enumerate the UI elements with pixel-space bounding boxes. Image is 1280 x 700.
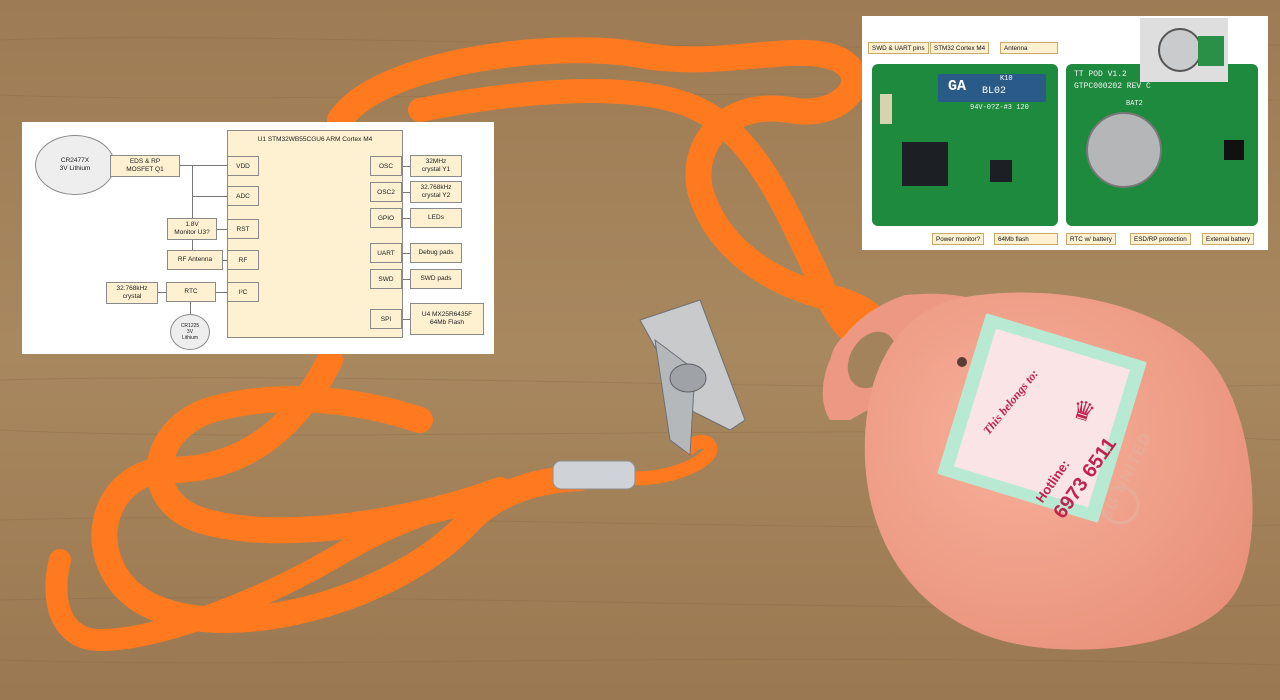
connector-chip [1224, 140, 1244, 160]
label-stm32: STM32 Cortex M4 [930, 42, 990, 54]
pin-spi: SPI [370, 309, 402, 329]
wire [402, 319, 410, 320]
ceramic-antenna: GA BL02 K10 [938, 74, 1046, 102]
pin-osc: OSC [370, 156, 402, 176]
pin-vdd: VDD [227, 156, 259, 176]
pcb-photo-inset: GA BL02 K10 94V-0?Z-#3 120 TT POD V1.2 G… [862, 16, 1268, 250]
flash-chip [990, 160, 1012, 182]
leds: LEDs [410, 208, 462, 228]
wire [402, 218, 410, 219]
battery-closeup-photo [1140, 18, 1228, 82]
sticker-title: This belongs to: [980, 366, 1042, 438]
debug-pads: Debug pads [410, 243, 462, 263]
pin-rf: RF [227, 250, 259, 270]
pin-osc2: OSC2 [370, 182, 402, 202]
wire [192, 196, 228, 197]
label-antenna: Antenna [1000, 42, 1058, 54]
label-64mb-flash: 64Mb flash [994, 233, 1058, 245]
rf-antenna: RF Antenna [167, 250, 223, 270]
wire [402, 253, 410, 254]
crystal-y2: 32.768kHz crystal Y2 [410, 181, 462, 203]
pin-rst: RST [227, 219, 259, 239]
wire [402, 279, 410, 280]
lion-logo-icon: ♛ [1068, 393, 1100, 429]
label-external-battery: External battery [1202, 233, 1255, 245]
pin-gpio: GPIO [370, 208, 402, 228]
flash-u4: U4 MX25R6435F 64Mb Flash [410, 303, 484, 335]
coin-cell-cr1225: CR1225 3V Lithium [170, 314, 210, 350]
mcu-chip [902, 142, 948, 186]
swd-pads-photo [880, 94, 892, 124]
label-esd-rp: ESD/RP protection [1130, 233, 1191, 245]
metal-crimp [552, 460, 636, 490]
pin-swd: SWD [370, 269, 402, 289]
label-power-monitor: Power monitor? [932, 233, 985, 245]
block-diagram: CR2477X 3V Lithium EDS & RP MOSFET Q1 U1… [22, 122, 494, 354]
rtc-crystal: 32.768kHz crystal [106, 282, 158, 304]
wire [180, 165, 228, 166]
coin-cell-photo [1086, 112, 1162, 188]
pin-adc: ADC [227, 186, 259, 206]
pcb-board-back: TT POD V1.2 GTPC000202 REV C BAT2 [1066, 64, 1258, 226]
wire [190, 300, 191, 314]
wire [158, 292, 166, 293]
eds-rp-mosfet: EDS & RP MOSFET Q1 [110, 155, 180, 177]
swd-pads: SWD pads [410, 269, 462, 289]
pcb-board-front: GA BL02 K10 94V-0?Z-#3 120 [872, 64, 1058, 226]
wire [402, 192, 410, 193]
label-rtc-battery: RTC w/ battery [1066, 233, 1116, 245]
crystal-y1: 32MHz crystal Y1 [410, 155, 462, 177]
monitor-u3: 1.8V Monitor U3? [167, 218, 217, 240]
pin-i2c: I²C [227, 282, 259, 302]
pin-uart: UART [370, 243, 402, 263]
label-swd-uart: SWD & UART pins [868, 42, 929, 54]
battery-cr2477x: CR2477X 3V Lithium [35, 135, 115, 195]
rtc: RTC [166, 282, 216, 302]
wire [402, 166, 410, 167]
